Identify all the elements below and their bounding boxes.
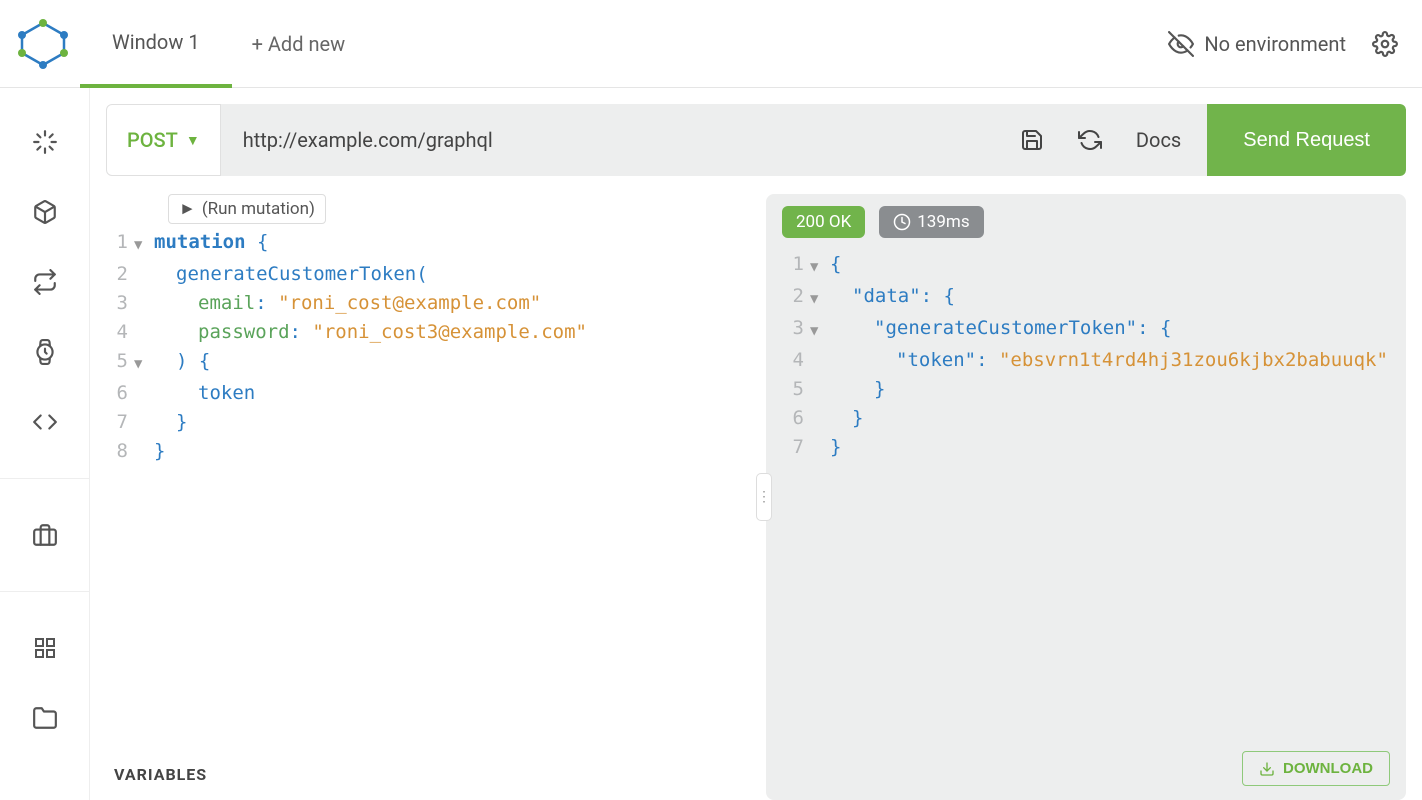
- window-tab[interactable]: Window 1: [80, 0, 232, 88]
- sidebar-divider: [0, 478, 89, 479]
- settings-button[interactable]: [1372, 31, 1398, 57]
- time-badge: 139ms: [879, 206, 983, 238]
- response-badges: 200 OK 139ms: [782, 206, 1390, 238]
- download-button[interactable]: DOWNLOAD: [1242, 751, 1390, 786]
- method-selector[interactable]: POST ▼: [106, 104, 221, 176]
- query-pane: ► (Run mutation) 1▼mutation {2generateCu…: [106, 194, 766, 800]
- grid-icon[interactable]: [31, 634, 59, 662]
- watch-icon[interactable]: [31, 338, 59, 366]
- save-icon[interactable]: [1020, 128, 1044, 152]
- docs-label: Docs: [1136, 128, 1181, 152]
- eye-off-icon: [1168, 31, 1194, 57]
- add-new-tab-button[interactable]: + Add new: [232, 32, 366, 56]
- run-mutation-button[interactable]: ► (Run mutation): [168, 194, 326, 224]
- url-bar: POST ▼ http://example.com/graphql Docs S…: [106, 104, 1406, 176]
- docs-button[interactable]: Docs: [1136, 128, 1181, 152]
- pane-drag-handle[interactable]: ⋮: [756, 473, 772, 521]
- environment-selector[interactable]: No environment: [1168, 31, 1346, 57]
- variables-toggle[interactable]: VARIABLES: [106, 749, 766, 800]
- send-request-button[interactable]: Send Request: [1207, 104, 1406, 176]
- play-icon: ►: [179, 199, 196, 219]
- content: POST ▼ http://example.com/graphql Docs S…: [90, 88, 1422, 800]
- method-label: POST: [127, 128, 178, 152]
- response-pane: ⋮ 200 OK 139ms 1▼{2▼"data": {3▼"generate…: [766, 194, 1406, 800]
- main: POST ▼ http://example.com/graphql Docs S…: [0, 88, 1422, 800]
- status-text: 200 OK: [796, 212, 851, 232]
- chevron-down-icon: ▼: [186, 132, 200, 149]
- code-icon[interactable]: [31, 408, 59, 436]
- url-actions: Docs: [994, 104, 1207, 176]
- variables-label: VARIABLES: [114, 765, 207, 784]
- url-value: http://example.com/graphql: [243, 128, 493, 152]
- folder-icon[interactable]: [31, 704, 59, 732]
- sidebar-divider-2: [0, 591, 89, 592]
- run-widget-label: (Run mutation): [202, 199, 315, 219]
- send-request-label: Send Request: [1243, 129, 1370, 151]
- download-icon: [1259, 761, 1275, 777]
- app-logo-icon: [18, 19, 68, 69]
- clock-icon: [893, 213, 911, 231]
- status-badge: 200 OK: [782, 206, 865, 238]
- topbar-right: No environment: [1168, 31, 1398, 57]
- sidebar: [0, 88, 90, 800]
- briefcase-icon[interactable]: [31, 521, 59, 549]
- repeat-icon[interactable]: [31, 268, 59, 296]
- editor-panes: ► (Run mutation) 1▼mutation {2generateCu…: [106, 194, 1406, 800]
- download-label: DOWNLOAD: [1283, 760, 1373, 777]
- topbar: Window 1 + Add new No environment: [0, 0, 1422, 88]
- time-text: 139ms: [917, 212, 969, 232]
- query-editor[interactable]: 1▼mutation {2generateCustomerToken(3emai…: [106, 228, 766, 749]
- environment-label: No environment: [1204, 32, 1346, 56]
- response-viewer[interactable]: 1▼{2▼"data": {3▼"generateCustomerToken":…: [782, 250, 1390, 788]
- cube-icon[interactable]: [31, 198, 59, 226]
- add-new-label: + Add new: [252, 32, 346, 56]
- loading-icon[interactable]: [31, 128, 59, 156]
- url-input[interactable]: http://example.com/graphql: [221, 104, 994, 176]
- reload-schema-icon[interactable]: [1078, 128, 1102, 152]
- window-tab-label: Window 1: [112, 30, 200, 54]
